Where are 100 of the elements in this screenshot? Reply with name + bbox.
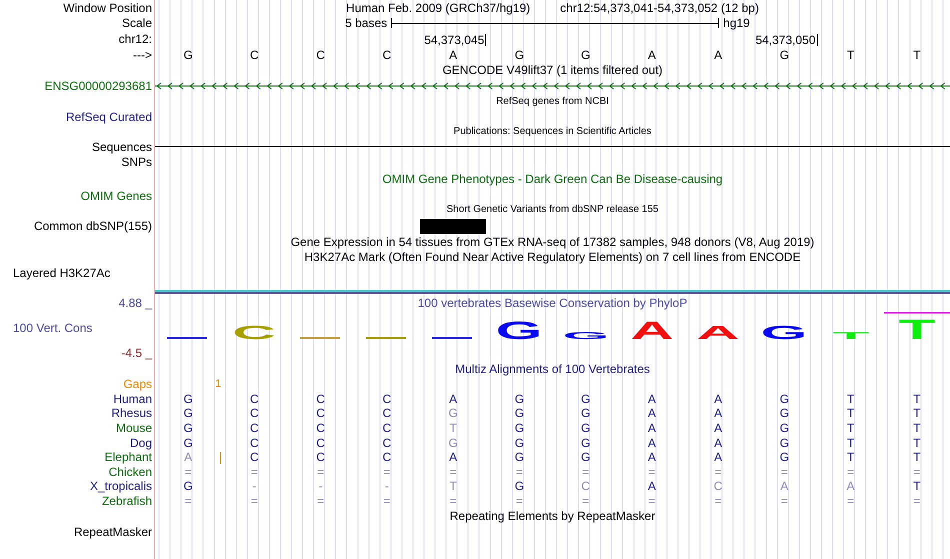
aligned-base: T [846, 451, 854, 464]
aligned-base: T [846, 436, 854, 449]
logo-letter: T [832, 330, 869, 341]
species-label: Chicken [108, 466, 152, 478]
aligned-base: = [847, 494, 854, 507]
aligned-base: A [648, 392, 656, 405]
track-label: Layered H3K27Ac [13, 266, 110, 279]
aligned-base: - [252, 480, 256, 492]
species-label: Elephant [104, 451, 152, 464]
track-label[interactable]: 100 Vert. Cons [13, 322, 92, 334]
aligned-base: G [580, 407, 590, 420]
species-label: Mouse [116, 422, 152, 434]
aligned-base: = [714, 466, 722, 478]
aligned-base: G [514, 436, 524, 449]
track-title: Gene Expression in 54 tissues from GTEx RNA-seq of 17382 samples, 948 donors (V8, Aug 2019) [290, 236, 814, 248]
base-letter: C [250, 48, 259, 61]
aligned-base: = [250, 466, 258, 478]
aligned-base: = [780, 494, 788, 507]
track-label[interactable]: RefSeq Curated [66, 110, 152, 123]
aligned-base: = [450, 494, 457, 507]
aligned-base: A [714, 392, 722, 405]
track-label: Sequences [92, 141, 152, 154]
aligned-base: = [516, 494, 523, 507]
aligned-base: A [449, 451, 458, 464]
aligned-base: G [514, 422, 524, 434]
aligned-base: C [250, 436, 259, 449]
aligned-base: T [913, 407, 921, 420]
aligned-base: C [316, 407, 325, 420]
position-range: chr12:54,373,041-54,373,052 (12 bp) [560, 2, 759, 14]
aligned-base: C [250, 422, 259, 434]
aligned-base: = [317, 494, 324, 507]
aligned-base: T [913, 422, 921, 434]
scale-length: 5 bases [345, 17, 388, 30]
aligned-base: G [580, 436, 590, 449]
aligned-base: G [514, 480, 524, 492]
aligned-base: G [780, 436, 790, 449]
aligned-base: G [580, 392, 590, 405]
base-letter: A [714, 48, 722, 61]
aligned-base: C [250, 407, 259, 420]
base-letter: G [780, 48, 790, 61]
aligned-base: A [714, 422, 722, 434]
gene-label[interactable]: ENSG00000293681 [44, 80, 152, 92]
aligned-base: = [847, 466, 854, 478]
aligned-base: T [449, 480, 457, 492]
track-title: 100 vertebrates Basewise Conservation by PhyloP [418, 296, 688, 309]
track-title: Repeating Elements by RepeatMasker [450, 510, 656, 522]
aligned-base: A [648, 407, 656, 420]
aligned-base: T [846, 422, 854, 434]
assembly-title: Human Feb. 2009 (GRCh37/hg19) [346, 2, 530, 14]
aligned-base: T [913, 480, 921, 492]
aligned-base: C [316, 451, 325, 464]
axis-min: -4.5 _ [121, 346, 152, 359]
track-label[interactable]: OMIM Genes [80, 190, 152, 202]
track-title: Short Genetic Variants from dbSNP release 155 [446, 205, 658, 216]
aligned-base: A [648, 422, 656, 434]
aligned-base: A [714, 451, 722, 464]
aligned-base: = [383, 466, 390, 478]
aligned-base: = [317, 466, 324, 478]
logo-letter: G [496, 316, 543, 344]
aligned-base: = [714, 494, 722, 507]
aligned-base: A [449, 392, 458, 405]
logo-letter: C [232, 322, 276, 343]
score-line [884, 312, 950, 314]
aligned-base: = [648, 494, 656, 507]
species-label: Dog [130, 436, 152, 449]
track-title: H3K27Ac Mark (Often Found Near Active Regulatory Elements) on 7 cell lines from ENCODE [304, 251, 801, 264]
aligned-base: G [514, 451, 524, 464]
base-letter: G [580, 48, 590, 61]
track-label: chr12: [118, 32, 152, 45]
track-label: Window Position [63, 2, 152, 14]
species-label: X_tropicalis [90, 480, 152, 492]
aligned-base: C [382, 436, 392, 449]
track-title: Publications: Sequences in Scientific Articles [454, 126, 652, 137]
aligned-base: T [913, 436, 921, 449]
gap-count: 1 [215, 378, 222, 390]
aligned-base: G [448, 407, 458, 420]
aligned-base: - [318, 480, 323, 492]
aligned-base: = [516, 466, 523, 478]
aligned-base: A [780, 480, 788, 492]
aligned-base: G [183, 392, 193, 405]
aligned-base: = [582, 494, 590, 507]
track-title: OMIM Gene Phenotypes - Dark Green Can Be Disease-causing [382, 173, 723, 186]
base-letter: A [449, 48, 458, 61]
aligned-base: = [780, 466, 788, 478]
aligned-base: C [250, 451, 259, 464]
variant-block[interactable] [420, 218, 486, 234]
aligned-base: T [846, 392, 854, 405]
aligned-base: G [780, 422, 790, 434]
species-label: Rhesus [111, 407, 152, 420]
base-letter: G [183, 48, 193, 61]
base-letter: C [316, 48, 325, 61]
aligned-base: G [514, 407, 524, 420]
logo-letter: G [562, 330, 609, 341]
aligned-base: = [184, 466, 192, 478]
aligned-base: C [581, 480, 590, 492]
aligned-base: G [183, 480, 193, 492]
aligned-base: C [382, 407, 392, 420]
aligned-base: A [846, 480, 855, 492]
aligned-base: C [316, 422, 325, 434]
track-label: Scale [122, 17, 152, 30]
